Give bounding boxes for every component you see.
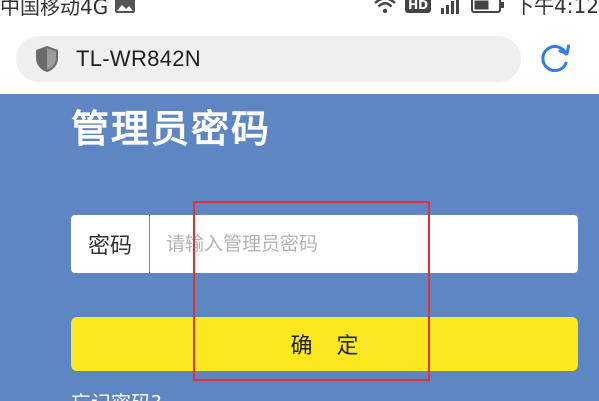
browser-toolbar: TL-WR842N bbox=[0, 20, 599, 94]
signal-icon bbox=[441, 0, 460, 14]
password-label: 密码 bbox=[71, 215, 150, 273]
reload-icon[interactable] bbox=[537, 40, 573, 76]
login-panel: 管理员密码 密码 确定 忘记密码? bbox=[0, 94, 599, 401]
confirm-button[interactable]: 确定 bbox=[71, 317, 578, 371]
clock-label: 下午4:12 bbox=[514, 0, 599, 18]
page-title: 管理员密码 bbox=[71, 107, 272, 151]
status-bar: 中国移动4G HD 下午4:12 bbox=[0, 0, 599, 20]
image-notification-icon bbox=[115, 0, 136, 13]
wifi-icon bbox=[374, 0, 396, 13]
forgot-password-link[interactable]: 忘记密码? bbox=[71, 387, 162, 401]
carrier-label: 中国移动4G bbox=[0, 0, 109, 19]
hd-badge: HD bbox=[405, 0, 432, 13]
password-input[interactable] bbox=[150, 215, 578, 273]
status-icons: HD 下午4:12 bbox=[374, 0, 599, 19]
shield-icon bbox=[36, 46, 58, 72]
address-bar[interactable]: TL-WR842N bbox=[16, 36, 521, 82]
battery-icon bbox=[471, 0, 505, 13]
carrier-group: 中国移动4G bbox=[0, 0, 136, 20]
password-field-row: 密码 bbox=[71, 215, 578, 273]
url-text[interactable]: TL-WR842N bbox=[76, 46, 201, 72]
